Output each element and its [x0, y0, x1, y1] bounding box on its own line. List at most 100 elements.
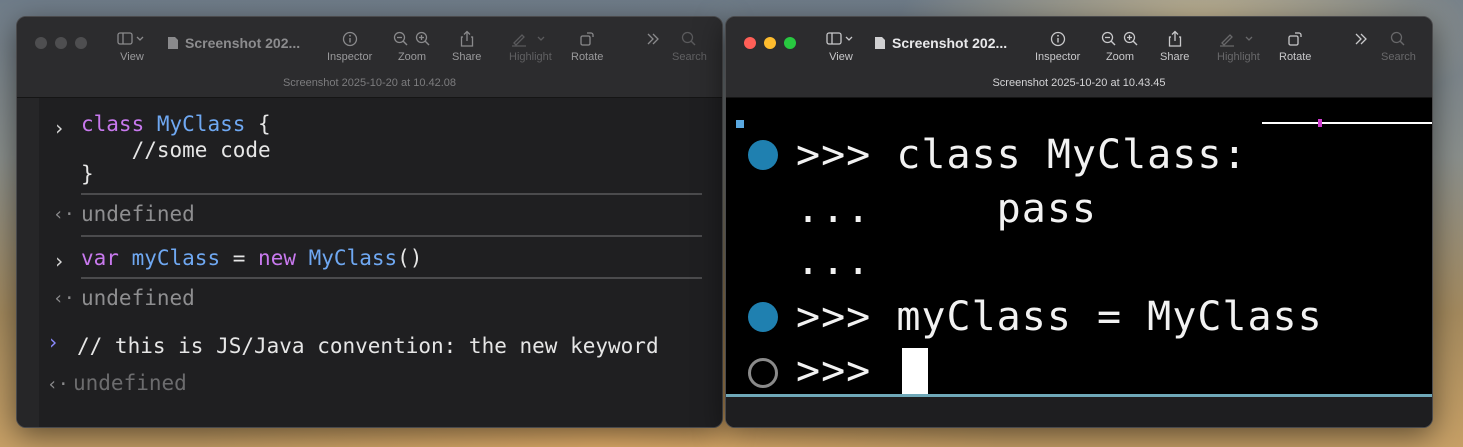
preview-window-left: View Screenshot 202... Inspector Zoom Sh… — [16, 16, 723, 428]
document-icon — [875, 37, 885, 49]
more-toolbar-button[interactable] — [1353, 29, 1369, 49]
rotate-icon — [580, 32, 594, 46]
document-title[interactable]: Screenshot 202... — [167, 35, 300, 51]
window-subtitle: Screenshot 2025-10-20 at 10.42.08 — [282, 77, 457, 89]
inspector-label: Inspector — [1035, 51, 1081, 63]
highlighter-icon — [1220, 34, 1253, 47]
minimize-button[interactable] — [764, 37, 776, 49]
chevron-double-right-icon — [1355, 33, 1367, 45]
zoom-label: Zoom — [397, 51, 427, 63]
terminal-bottom-bar — [726, 394, 1432, 427]
zoom-button[interactable]: Zoom — [1101, 29, 1139, 63]
search-button[interactable]: Search — [672, 29, 707, 63]
inspector-button[interactable]: Inspector — [1035, 29, 1080, 63]
document-title-text: Screenshot 202... — [185, 35, 301, 51]
share-label: Share — [1160, 51, 1190, 63]
highlight-label: Highlight — [509, 51, 552, 63]
console-line-1: class MyClass { — [81, 112, 271, 136]
input-chevron-icon: › — [47, 330, 60, 354]
inspector-button[interactable]: Inspector — [327, 29, 372, 63]
traffic-lights — [744, 37, 796, 49]
terminal-marker — [736, 120, 744, 128]
console-image: › class MyClass { //some code } ‹· undef… — [17, 98, 722, 427]
input-chevron-icon: › — [53, 249, 66, 273]
share-label: Share — [452, 51, 482, 63]
terminal-line-3: ... — [796, 238, 872, 284]
prompt-dot-icon — [748, 140, 778, 170]
search-button[interactable]: Search — [1381, 29, 1416, 63]
share-icon — [1168, 30, 1181, 47]
text-cursor — [902, 348, 928, 398]
rotate-label: Rotate — [1279, 51, 1312, 63]
console-gutter — [17, 98, 39, 427]
return-arrow-icon: ‹· — [53, 288, 75, 309]
share-button[interactable]: Share — [452, 29, 481, 63]
search-label: Search — [1381, 51, 1416, 63]
view-label: View — [120, 51, 144, 63]
return-arrow-icon: ‹· — [47, 374, 69, 395]
highlighter-icon — [512, 34, 545, 47]
toolbar: View Screenshot 202... Inspector Zoom Sh… — [17, 17, 722, 98]
zoom-window-button[interactable] — [784, 37, 796, 49]
console-line-4: var myClass = new MyClass() — [81, 246, 423, 270]
rotate-button[interactable]: Rotate — [1279, 29, 1311, 63]
terminal-rule — [1262, 122, 1432, 124]
toolbar: View Screenshot 202... Inspector Zoom Sh… — [726, 17, 1432, 98]
document-title-text: Screenshot 202... — [892, 35, 1008, 51]
view-button[interactable]: View — [117, 29, 147, 63]
terminal-line-2: ... pass — [796, 186, 1097, 232]
view-button[interactable]: View — [826, 29, 856, 63]
prompt-empty-dot-icon — [748, 358, 778, 388]
divider — [81, 277, 702, 279]
zoom-button[interactable]: Zoom — [393, 29, 431, 63]
traffic-lights — [35, 37, 87, 49]
return-arrow-icon: ‹· — [53, 204, 75, 225]
sidebar-icon — [826, 32, 853, 45]
highlight-button[interactable]: Highlight — [1217, 29, 1260, 63]
divider — [81, 235, 702, 237]
console-result-1: undefined — [81, 202, 195, 226]
zoom-label: Zoom — [1105, 51, 1135, 63]
terminal-line-5: >>> — [796, 348, 872, 394]
rotate-icon — [1288, 32, 1302, 46]
console-result-3: undefined — [73, 371, 187, 395]
share-icon — [460, 30, 473, 47]
document-icon — [168, 37, 178, 49]
close-button[interactable] — [35, 37, 47, 49]
info-icon — [1050, 31, 1065, 47]
zoom-in-icon — [1123, 31, 1138, 46]
chevron-double-right-icon — [647, 33, 659, 45]
divider — [81, 193, 702, 195]
share-button[interactable]: Share — [1160, 29, 1189, 63]
console-line-3: } — [81, 162, 94, 186]
terminal-image: >>> class MyClass: ... pass ... >>> myCl… — [726, 98, 1432, 427]
inspector-label: Inspector — [327, 51, 373, 63]
search-label: Search — [672, 51, 707, 63]
sidebar-icon — [117, 32, 144, 45]
window-subtitle: Screenshot 2025-10-20 at 10.43.45 — [992, 77, 1166, 89]
input-chevron-icon: › — [53, 116, 66, 140]
view-label: View — [829, 51, 853, 63]
search-icon — [682, 31, 696, 46]
close-button[interactable] — [744, 37, 756, 49]
search-icon — [1391, 31, 1405, 46]
rotate-button[interactable]: Rotate — [571, 29, 603, 63]
terminal-line-1: >>> class MyClass: — [796, 132, 1248, 178]
terminal-line-4: >>> myClass = MyClass — [796, 294, 1323, 340]
prompt-dot-icon — [748, 302, 778, 332]
preview-window-right: View Screenshot 202... Inspector Zoom Sh… — [725, 16, 1433, 428]
zoom-window-button[interactable] — [75, 37, 87, 49]
more-toolbar-button[interactable] — [645, 29, 661, 49]
zoom-out-icon — [393, 31, 408, 46]
console-result-2: undefined — [81, 286, 195, 310]
terminal-mark — [1318, 119, 1322, 127]
minimize-button[interactable] — [55, 37, 67, 49]
zoom-in-icon — [415, 31, 430, 46]
console-line-5: // this is JS/Java convention: the new k… — [77, 334, 659, 358]
console-line-2: //some code — [81, 138, 271, 162]
document-title[interactable]: Screenshot 202... — [874, 35, 1007, 51]
rotate-label: Rotate — [571, 51, 604, 63]
zoom-out-icon — [1101, 31, 1116, 46]
info-icon — [342, 31, 357, 47]
highlight-button[interactable]: Highlight — [509, 29, 552, 63]
